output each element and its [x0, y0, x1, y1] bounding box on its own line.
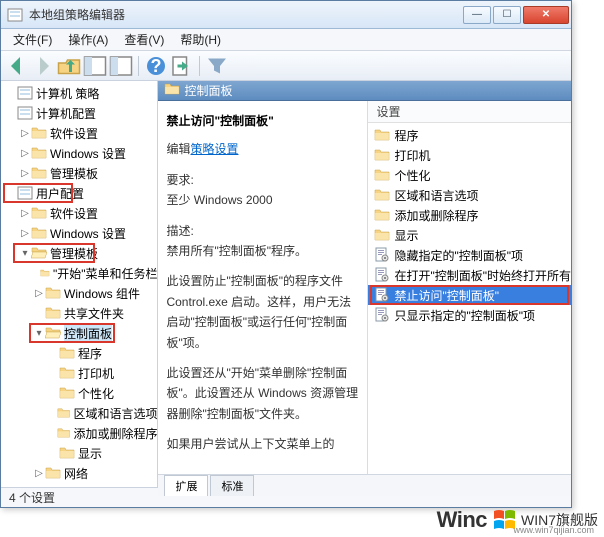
folder-icon — [374, 147, 390, 163]
tree-root[interactable]: 计算机 策略 — [1, 83, 157, 103]
nav-tree[interactable]: 计算机 策略 计算机配置 ▷软件设置 ▷Windows 设置 ▷管理模板 用户配… — [1, 81, 158, 487]
titlebar[interactable]: 本地组策略编辑器 — ☐ ✕ — [1, 1, 571, 29]
tab-standard[interactable]: 标准 — [210, 475, 254, 496]
app-icon — [7, 7, 23, 23]
panes-button[interactable] — [109, 54, 133, 78]
content-header: 控制面板 — [158, 81, 571, 101]
settings-item[interactable]: 只显示指定的"控制面板"项 — [368, 305, 571, 325]
content-header-title: 控制面板 — [184, 82, 232, 99]
policy-icon — [374, 267, 390, 283]
menu-help[interactable]: 帮助(H) — [172, 29, 229, 50]
policy-title: 禁止访问"控制面板" — [166, 111, 359, 131]
settings-item[interactable]: 添加或删除程序 — [368, 205, 571, 225]
tree-shared-folders[interactable]: 共享文件夹 — [1, 303, 157, 323]
tree-cp-personalize[interactable]: 个性化 — [1, 383, 157, 403]
watermark: Winc WIN7旗舰版 www.win7qijian.com — [437, 507, 598, 533]
tree-user-software[interactable]: ▷软件设置 — [1, 203, 157, 223]
settings-item[interactable]: 个性化 — [368, 165, 571, 185]
back-button[interactable] — [5, 54, 29, 78]
settings-column-header[interactable]: 设置 — [368, 101, 571, 123]
view-tabs: 扩展 标准 — [158, 474, 571, 496]
tree-user-windows[interactable]: ▷Windows 设置 — [1, 223, 157, 243]
settings-item[interactable]: 在打开"控制面板"时始终打开所有 — [368, 265, 571, 285]
menu-file[interactable]: 文件(F) — [5, 29, 60, 50]
settings-list[interactable]: 程序打印机个性化区域和语言选项添加或删除程序显示隐藏指定的"控制面板"项在打开"… — [368, 123, 571, 474]
tree-start-menu[interactable]: "开始"菜单和任务栏 — [1, 263, 157, 283]
toolbar-separator — [199, 56, 200, 76]
folder-icon — [374, 227, 390, 243]
up-button[interactable] — [57, 54, 81, 78]
settings-item[interactable]: 显示 — [368, 225, 571, 245]
folder-icon — [374, 127, 390, 143]
windows-flag-icon — [493, 509, 515, 531]
tree-control-panel[interactable]: ▾控制面板 — [1, 323, 157, 343]
policy-icon — [374, 247, 390, 263]
tree-network[interactable]: ▷网络 — [1, 463, 157, 483]
tree-cp-display[interactable]: 显示 — [1, 443, 157, 463]
tree-cp-regional[interactable]: 区域和语言选项 — [1, 403, 157, 423]
tab-extended[interactable]: 扩展 — [164, 475, 208, 496]
menu-view[interactable]: 查看(V) — [116, 29, 172, 50]
tree-user-admin[interactable]: ▾管理模板 — [1, 243, 157, 263]
settings-item[interactable]: 打印机 — [368, 145, 571, 165]
window-title: 本地组策略编辑器 — [29, 6, 461, 23]
maximize-button[interactable]: ☐ — [493, 6, 521, 24]
tree-comp-software[interactable]: ▷软件设置 — [1, 123, 157, 143]
menubar: 文件(F) 操作(A) 查看(V) 帮助(H) — [1, 29, 571, 51]
show-hide-tree-button[interactable] — [83, 54, 107, 78]
settings-item[interactable]: 隐藏指定的"控制面板"项 — [368, 245, 571, 265]
forward-button[interactable] — [31, 54, 55, 78]
help-button[interactable] — [144, 54, 168, 78]
filter-button[interactable] — [205, 54, 229, 78]
folder-icon — [374, 187, 390, 203]
folder-icon — [374, 207, 390, 223]
menu-action[interactable]: 操作(A) — [60, 29, 116, 50]
toolbar-separator — [138, 56, 139, 76]
tree-comp-windows[interactable]: ▷Windows 设置 — [1, 143, 157, 163]
gpedit-window: 本地组策略编辑器 — ☐ ✕ 文件(F) 操作(A) 查看(V) 帮助(H) 计… — [0, 0, 572, 508]
settings-item[interactable]: 禁止访问"控制面板" — [368, 285, 571, 305]
description-pane: 禁止访问"控制面板" 编辑策略设置 要求:至少 Windows 2000 描述:… — [158, 101, 368, 474]
folder-icon — [374, 167, 390, 183]
tree-computer-config[interactable]: 计算机配置 — [1, 103, 157, 123]
tree-cp-printers[interactable]: 打印机 — [1, 363, 157, 383]
tree-user-config[interactable]: 用户配置 — [1, 183, 157, 203]
tree-comp-admin[interactable]: ▷管理模板 — [1, 163, 157, 183]
tree-win-components[interactable]: ▷Windows 组件 — [1, 283, 157, 303]
toolbar — [1, 51, 571, 81]
settings-item[interactable]: 区域和语言选项 — [368, 185, 571, 205]
folder-icon — [164, 81, 180, 100]
policy-icon — [374, 287, 390, 303]
edit-policy-link[interactable]: 策略设置 — [190, 142, 238, 156]
export-button[interactable] — [170, 54, 194, 78]
settings-item[interactable]: 程序 — [368, 125, 571, 145]
policy-icon — [374, 307, 390, 323]
tree-cp-addremove[interactable]: 添加或删除程序 — [1, 423, 157, 443]
tree-cp-programs[interactable]: 程序 — [1, 343, 157, 363]
close-button[interactable]: ✕ — [523, 6, 569, 24]
minimize-button[interactable]: — — [463, 6, 491, 24]
